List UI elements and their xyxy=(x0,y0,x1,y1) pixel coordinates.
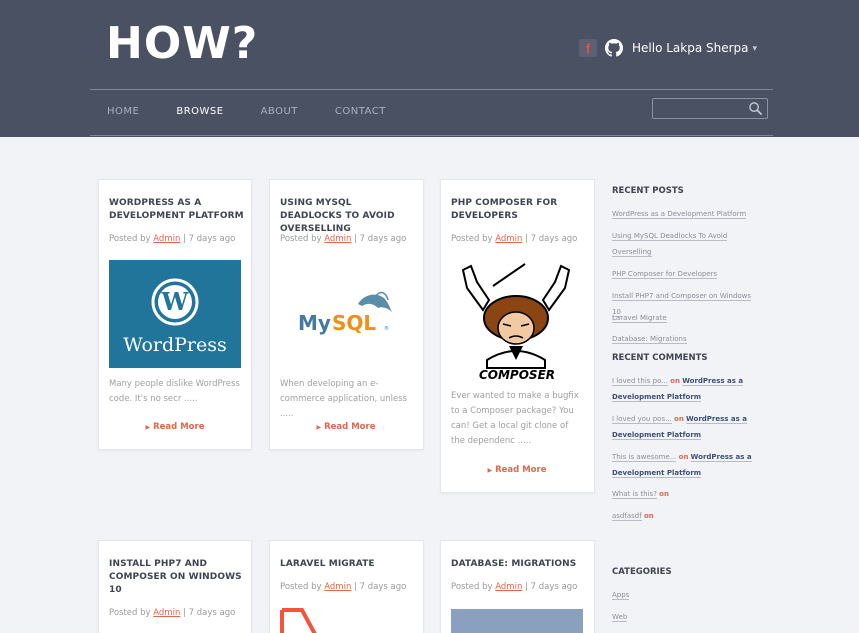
svg-text:®: ® xyxy=(384,325,389,332)
nav-divider-bottom xyxy=(90,135,773,136)
post-meta: Posted by Admin | 7 days ago xyxy=(451,234,578,244)
post-excerpt: Many people dislike WordPress code. It's… xyxy=(109,379,240,404)
author-link[interactable]: Admin xyxy=(324,582,351,592)
recent-posts-heading: RECENT POSTS xyxy=(612,186,684,196)
search-input[interactable] xyxy=(657,101,745,116)
sidebar-post-link[interactable]: PHP Composer for Developers xyxy=(612,266,762,282)
sidebar-post-link[interactable]: Using MySQL Deadlocks To Avoid Overselli… xyxy=(612,228,762,260)
nav-home[interactable]: HOME xyxy=(107,106,139,117)
search-box xyxy=(652,98,768,119)
post-meta: Posted by Admin | 7 days ago xyxy=(280,234,407,244)
nav-about[interactable]: ABOUT xyxy=(261,106,298,117)
svg-text:SQL: SQL xyxy=(332,311,376,335)
categories-heading: CATEGORIES xyxy=(612,567,672,577)
read-more-link[interactable]: ▶ Read More xyxy=(99,422,251,432)
read-more-link[interactable]: ▶ Read More xyxy=(441,465,593,475)
sidebar-comment[interactable]: What is this? on xyxy=(612,486,762,502)
composer-logo-image[interactable]: COMPOSER xyxy=(453,260,581,382)
site-header: HOW? f Hello Lakpa Sherpa ▾ HOME BROWSE … xyxy=(0,0,859,137)
post-title[interactable]: USING MYSQL DEADLOCKS TO AVOID OVERSELLI… xyxy=(280,197,415,236)
sidebar-comment[interactable]: I loved this po... on WordPress as a Dev… xyxy=(612,373,762,405)
post-card: INSTALL PHP7 AND COMPOSER ON WINDOWS 10 … xyxy=(98,540,252,633)
migration-screenshot-image[interactable] xyxy=(451,609,583,633)
chevron-down-icon[interactable]: ▾ xyxy=(753,43,758,54)
post-title[interactable]: LARAVEL MIGRATE xyxy=(280,558,415,571)
author-link[interactable]: Admin xyxy=(495,234,522,244)
svg-text:My: My xyxy=(298,311,331,335)
post-meta: Posted by Admin | 7 days ago xyxy=(109,608,236,618)
sidebar-comment[interactable]: asdfasdf on xyxy=(612,508,762,524)
sidebar-category-link[interactable]: Apps xyxy=(612,587,762,603)
post-card: USING MYSQL DEADLOCKS TO AVOID OVERSELLI… xyxy=(269,179,424,450)
sidebar-category-link[interactable]: Web xyxy=(612,609,762,625)
sidebar-comment[interactable]: I loved you pos... on WordPress as a Dev… xyxy=(612,411,762,443)
post-card: LARAVEL MIGRATE Posted by Admin | 7 days… xyxy=(269,540,424,633)
post-title[interactable]: DATABASE: MIGRATIONS xyxy=(451,558,586,571)
sidebar-post-link[interactable]: Database: Migrations xyxy=(612,331,762,347)
nav-contact[interactable]: CONTACT xyxy=(335,106,386,117)
svg-text:WordPress: WordPress xyxy=(123,334,227,356)
site-logo[interactable]: HOW? xyxy=(106,18,258,69)
sidebar-comment[interactable]: This is awesome... on WordPress as a Dev… xyxy=(612,449,762,481)
user-area: f Hello Lakpa Sherpa ▾ xyxy=(579,39,757,57)
facebook-icon[interactable]: f xyxy=(579,39,597,57)
post-meta: Posted by Admin | 7 days ago xyxy=(280,582,407,592)
main-nav: HOME BROWSE ABOUT CONTACT xyxy=(107,106,423,117)
svg-text:COMPOSER: COMPOSER xyxy=(479,368,555,382)
post-excerpt: When developing an e-commerce applicatio… xyxy=(280,379,408,419)
wordpress-logo-image[interactable]: W WordPress xyxy=(109,260,241,368)
post-title[interactable]: INSTALL PHP7 AND COMPOSER ON WINDOWS 10 xyxy=(109,558,244,597)
post-meta: Posted by Admin | 7 days ago xyxy=(109,234,236,244)
laravel-logo-image[interactable] xyxy=(280,608,320,633)
post-title[interactable]: WORDPRESS AS A DEVELOPMENT PLATFORM xyxy=(109,197,244,223)
nav-browse[interactable]: BROWSE xyxy=(176,106,223,117)
search-icon[interactable] xyxy=(748,101,763,116)
user-menu[interactable]: Hello Lakpa Sherpa xyxy=(632,41,749,55)
recent-comments-heading: RECENT COMMENTS xyxy=(612,353,708,363)
author-link[interactable]: Admin xyxy=(153,608,180,618)
post-excerpt: Ever wanted to make a bugfix to a Compos… xyxy=(451,391,579,446)
sidebar-post-link[interactable]: WordPress as a Development Platform xyxy=(612,206,762,222)
author-link[interactable]: Admin xyxy=(153,234,180,244)
post-card: WORDPRESS AS A DEVELOPMENT PLATFORM Post… xyxy=(98,179,252,450)
nav-divider-top xyxy=(90,89,773,90)
author-link[interactable]: Admin xyxy=(324,234,351,244)
sidebar-post-link[interactable]: Laravel Migrate xyxy=(612,310,762,326)
github-icon[interactable] xyxy=(605,39,623,57)
post-title[interactable]: PHP COMPOSER FOR DEVELOPERS xyxy=(451,197,586,223)
post-card: DATABASE: MIGRATIONS Posted by Admin | 7… xyxy=(440,540,595,633)
post-meta: Posted by Admin | 7 days ago xyxy=(451,582,578,592)
read-more-link[interactable]: ▶ Read More xyxy=(270,422,422,432)
mysql-logo-image[interactable]: My SQL ® xyxy=(280,260,412,368)
post-card: PHP COMPOSER FOR DEVELOPERS Posted by Ad… xyxy=(440,179,595,493)
author-link[interactable]: Admin xyxy=(495,582,522,592)
svg-text:W: W xyxy=(161,287,190,316)
